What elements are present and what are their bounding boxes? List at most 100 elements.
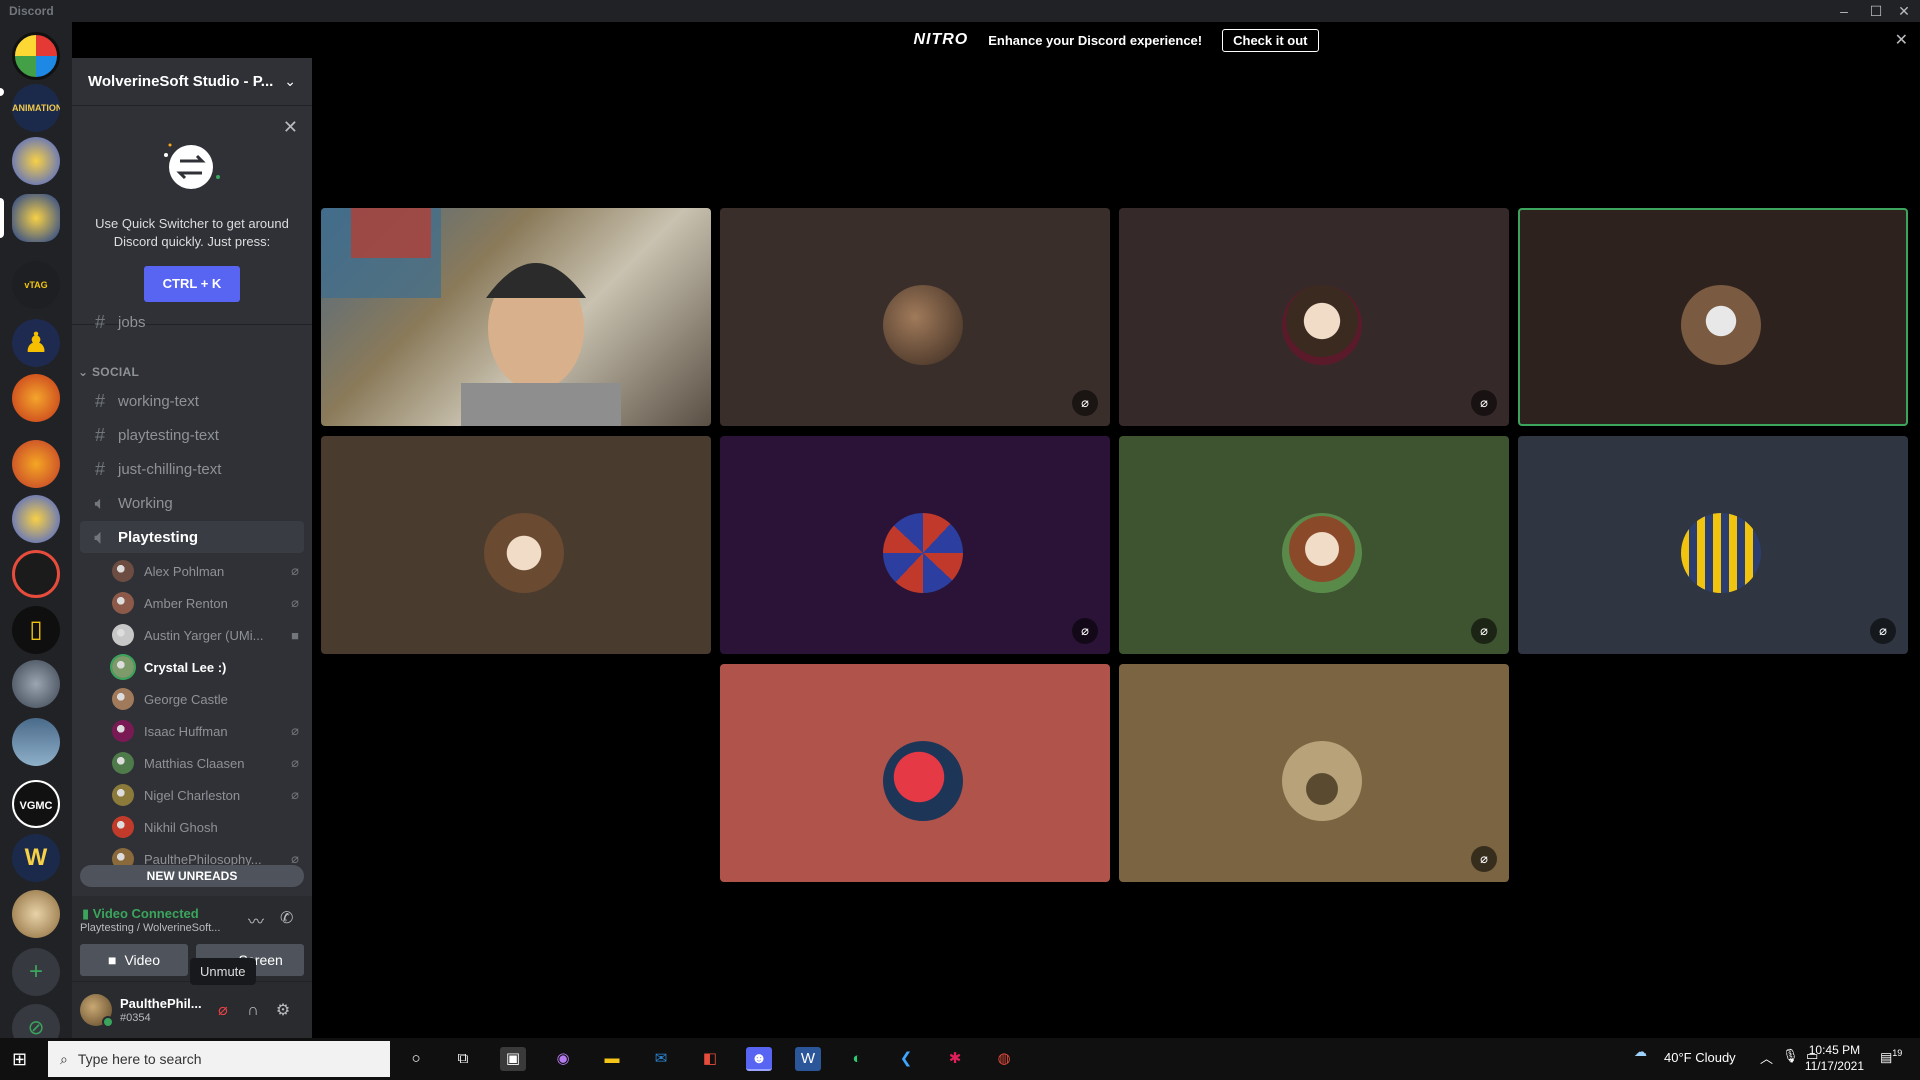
close-icon[interactable]: ✕ (283, 117, 298, 138)
weather-text[interactable]: 40°F Cloudy (1664, 1050, 1736, 1065)
github-icon[interactable]: ◉ (550, 1047, 576, 1071)
avatar (112, 560, 134, 582)
server-icon-book[interactable]: ▯ (12, 606, 60, 654)
vscode-icon[interactable]: ❮ (893, 1047, 919, 1071)
close-window-icon[interactable]: ✕ (1890, 1, 1918, 21)
server-icon-chess[interactable]: ♟ (12, 319, 60, 367)
video-tile-participant[interactable]: ⌀ (1119, 208, 1509, 426)
category-label: SOCIAL (92, 365, 140, 379)
muted-icon: ⌀ (1471, 618, 1497, 644)
muted-icon: ⌀ (291, 787, 299, 802)
edge-icon[interactable]: ◐ (844, 1047, 870, 1071)
server-icon-animation-club[interactable]: ANIMATION (12, 84, 60, 132)
server-icon-wolverinesoft-studio[interactable] (12, 194, 60, 242)
windows-start-icon[interactable]: ⊞ (12, 1049, 27, 1070)
taskbar-clock[interactable]: 10:45 PM 11/17/2021 (1805, 1042, 1864, 1074)
close-banner-icon[interactable]: ✕ (1895, 30, 1908, 50)
server-icon-pixel[interactable] (12, 550, 60, 598)
search-icon: ⌕ (60, 1050, 68, 1067)
video-tile-participant[interactable]: ⌀ (1119, 664, 1509, 882)
store-icon[interactable]: ▣ (500, 1047, 526, 1071)
guild-header[interactable]: WolverineSoft Studio - P... ⌄ (72, 58, 312, 106)
channel-just-chilling-text[interactable]: # just-chilling-text (80, 453, 304, 485)
server-icon-wf[interactable]: W (12, 834, 60, 882)
video-tile-participant[interactable]: ⌀ (720, 436, 1110, 654)
channel-playtesting-text[interactable]: # playtesting-text (80, 419, 304, 451)
channel-working-voice[interactable]: 🔈︎ Working (80, 487, 304, 519)
noise-suppression-icon[interactable]: 〰 (248, 908, 264, 932)
disconnect-icon[interactable]: ✆ (280, 908, 293, 928)
file-explorer-icon[interactable]: ▬ (599, 1047, 625, 1071)
voice-user-row[interactable]: George Castle (112, 686, 304, 712)
word-icon[interactable]: W (795, 1047, 821, 1071)
discord-taskbar-icon[interactable]: ☻ (746, 1047, 772, 1071)
category-social[interactable]: ⌄ SOCIAL (78, 365, 139, 379)
video-button[interactable]: ■ Video (80, 944, 188, 976)
nitro-check-it-out-button[interactable]: Check it out (1222, 28, 1319, 52)
channel-playtesting-voice[interactable]: 🔈︎ Playtesting (80, 521, 304, 553)
microphone-muted-icon[interactable]: ⌀ (212, 1000, 234, 1022)
unread-pill (0, 88, 4, 96)
camera-icon: ■ (291, 627, 299, 643)
voice-user-row[interactable]: Crystal Lee :) (112, 654, 304, 680)
office-icon[interactable]: ◧ (697, 1047, 723, 1071)
server-icon-game-club[interactable] (12, 440, 60, 488)
task-view-icon[interactable]: ⧉ (450, 1047, 476, 1071)
voice-user-name: Alex Pohlman (144, 563, 225, 579)
video-tile-participant[interactable] (720, 664, 1110, 882)
participant-avatar (484, 513, 564, 593)
muted-icon: ⌀ (1072, 390, 1098, 416)
server-icon-vehicle[interactable] (12, 660, 60, 708)
avatar[interactable] (80, 994, 114, 1028)
server-icon-m[interactable] (12, 495, 60, 543)
avatar (112, 816, 134, 838)
nitro-banner: NITRO Enhance your Discord experience! C… (312, 22, 1920, 58)
voice-user-row[interactable]: Nigel Charleston ⌀ (112, 782, 304, 808)
new-unreads-button[interactable]: NEW UNREADS (80, 865, 304, 887)
nitro-message: Enhance your Discord experience! (988, 32, 1203, 48)
voice-user-row[interactable]: Matthias Claasen ⌀ (112, 750, 304, 776)
video-tile-participant[interactable] (321, 436, 711, 654)
gear-icon[interactable]: ⚙ (272, 1000, 294, 1022)
username: PaulthePhil... (120, 996, 202, 1011)
notification-center-icon[interactable]: ▤19 (1880, 1048, 1902, 1065)
show-hidden-icons[interactable]: ︿ (1760, 1048, 1773, 1067)
microphone-icon[interactable]: 🎙︎ (1782, 1048, 1799, 1064)
server-icon-vtag-games[interactable]: vTAG Games (12, 261, 60, 309)
headphones-icon[interactable]: ∩ (242, 1000, 264, 1022)
server-icon-1[interactable] (12, 32, 60, 80)
voice-user-row[interactable]: Nikhil Ghosh (112, 814, 304, 840)
server-icon-vgmc[interactable]: VGMC (12, 780, 60, 828)
server-icon-retro[interactable] (12, 890, 60, 938)
online-status-dot (102, 1016, 114, 1028)
video-tile-participant[interactable]: ⌀ (1119, 436, 1509, 654)
slack-icon[interactable]: ✱ (942, 1047, 968, 1071)
channel-label: just-chilling-text (118, 460, 222, 478)
server-icon-landscape[interactable] (12, 718, 60, 766)
hash-icon: # (94, 424, 105, 445)
chrome-icon[interactable]: ◍ (991, 1047, 1017, 1071)
quick-switcher-shortcut-button[interactable]: CTRL + K (144, 266, 240, 302)
voice-user-row[interactable]: Alex Pohlman ⌀ (112, 558, 304, 584)
voice-user-row[interactable]: Amber Renton ⌀ (112, 590, 304, 616)
add-server-icon[interactable]: + (12, 948, 60, 996)
voice-user-row[interactable]: Austin Yarger (UMi... ■ (112, 622, 304, 648)
video-tile-camera[interactable] (321, 208, 711, 426)
video-tile-participant[interactable]: ⌀ (1518, 436, 1908, 654)
video-tile-participant[interactable]: ⌀ (720, 208, 1110, 426)
channel-jobs[interactable]: # jobs (80, 311, 304, 333)
minimize-icon[interactable]: – (1830, 1, 1858, 21)
taskbar-search-box[interactable]: ⌕ Type here to search (48, 1041, 390, 1077)
voice-user-row[interactable]: Isaac Huffman ⌀ (112, 718, 304, 744)
video-tile-participant-speaking[interactable] (1518, 208, 1908, 426)
maximize-icon[interactable]: ☐ (1862, 1, 1890, 21)
cortana-icon[interactable]: ○ (403, 1047, 429, 1071)
voice-user-name: Austin Yarger (UMi... (144, 627, 264, 643)
server-icon-fire[interactable] (12, 374, 60, 422)
server-icon-wolverinesoft-1[interactable] (12, 137, 60, 185)
mail-icon[interactable]: ✉ (648, 1047, 674, 1071)
connection-channel[interactable]: Playtesting / WolverineSoft... (80, 922, 220, 934)
speaker-icon: 🔈︎ (94, 492, 106, 513)
channel-working-text[interactable]: # working-text (80, 385, 304, 417)
user-discriminator: #0354 (120, 1012, 151, 1024)
